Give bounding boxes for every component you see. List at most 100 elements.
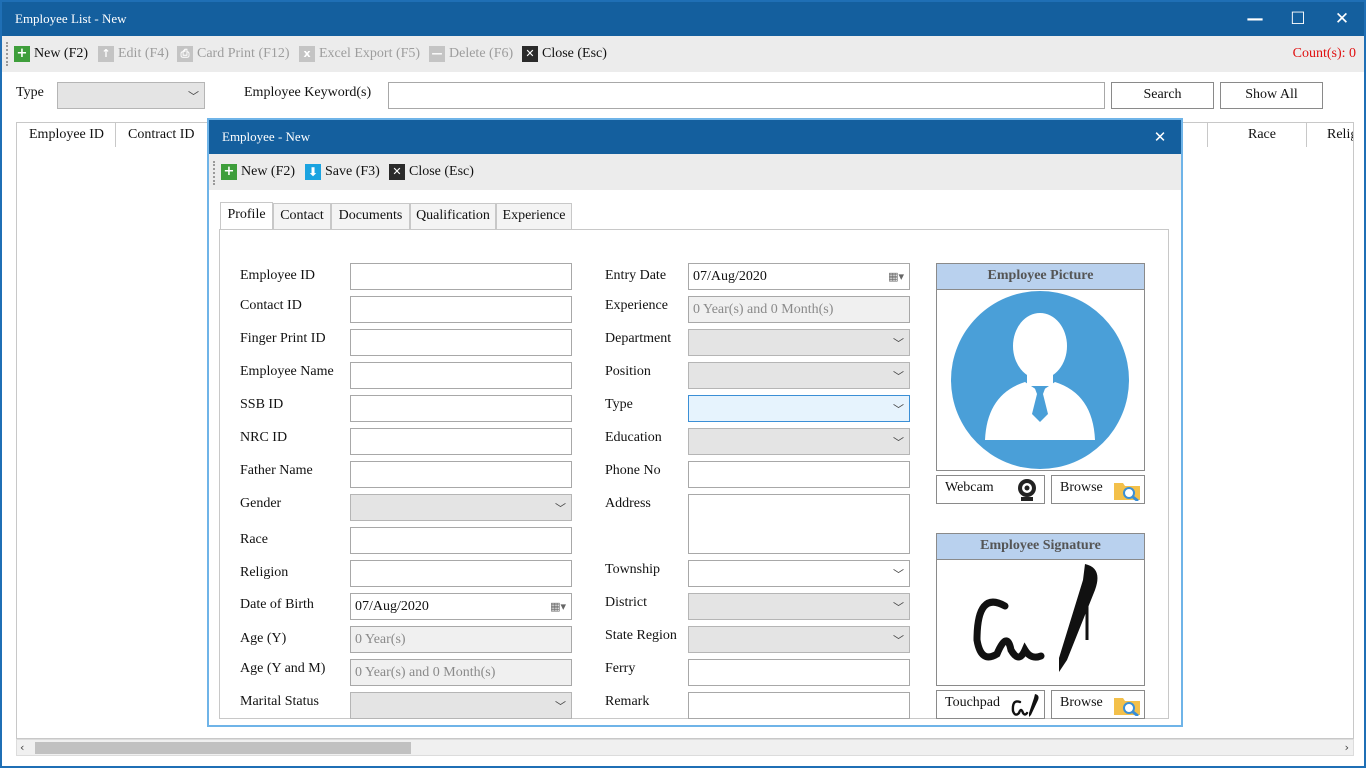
type-select[interactable]: ﹀ [688,395,910,422]
close-icon: ✕ [389,164,405,180]
signature-pen-icon [1011,694,1039,717]
state-region-select[interactable]: ﹀ [688,626,910,653]
card-print-button[interactable]: ⎙ Card Print (F12) [177,44,290,64]
finger-print-id-input[interactable] [350,329,572,356]
folder-search-icon [1114,698,1140,716]
chevron-down-icon: ﹀ [893,403,904,416]
date-of-birth-picker[interactable]: 07/Aug/2020 ▦▾ [350,593,572,620]
excel-export-button[interactable]: x Excel Export (F5) [299,44,420,64]
chevron-down-icon: ﹀ [893,436,904,449]
age-y-field: 0 Year(s) [350,626,572,653]
touchpad-button[interactable]: Touchpad [936,690,1045,719]
contact-id-input[interactable] [350,296,572,323]
ssb-id-label: SSB ID [240,397,284,412]
column-race[interactable]: Race [1207,123,1307,147]
edit-label: Edit (F4) [118,46,169,61]
ssb-id-input[interactable] [350,395,572,422]
tab-qualification[interactable]: Qualification [410,203,496,229]
column-contract-id[interactable]: Contract ID [116,123,210,147]
close-button[interactable]: ✕ Close (Esc) [522,44,607,64]
horizontal-scrollbar[interactable]: ‹ › [16,739,1354,756]
employee-id-label: Employee ID [240,268,316,283]
tab-experience[interactable]: Experience [496,203,572,229]
nrc-id-input[interactable] [350,428,572,455]
new-button[interactable]: + New (F2) [14,44,88,64]
nrc-id-label: NRC ID [240,430,288,445]
age-ym-label: Age (Y and M) [240,661,326,676]
address-textarea[interactable] [688,494,910,554]
race-label: Race [240,532,268,547]
chevron-down-icon: ﹀ [893,337,904,350]
edit-icon: ↑ [98,46,114,62]
column-employee-id[interactable]: Employee ID [17,123,116,147]
webcam-button[interactable]: Webcam [936,475,1045,504]
window-title: Employee List - New [15,11,127,26]
show-all-button[interactable]: Show All [1220,82,1323,109]
tab-profile[interactable]: Profile [220,202,273,230]
scrollbar-thumb[interactable] [35,742,411,754]
employee-name-input[interactable] [350,362,572,389]
entry-date-picker[interactable]: 07/Aug/2020 ▦▾ [688,263,910,290]
employee-picture-title: Employee Picture [937,264,1144,290]
scroll-left-icon[interactable]: ‹ [20,740,24,755]
employee-signature-title: Employee Signature [937,534,1144,560]
folder-search-icon [1114,483,1140,501]
delete-button[interactable]: — Delete (F6) [429,44,513,64]
remark-input[interactable] [688,692,910,719]
delete-label: Delete (F6) [449,46,514,61]
save-label: Save (F3) [325,164,380,179]
position-select[interactable]: ﹀ [688,362,910,389]
user-avatar-icon [951,291,1129,469]
religion-input[interactable] [350,560,572,587]
employee-id-input[interactable] [350,263,572,290]
district-select[interactable]: ﹀ [688,593,910,620]
employee-signature-box[interactable]: Employee Signature [936,533,1145,686]
keyword-input[interactable] [388,82,1105,109]
education-select[interactable]: ﹀ [688,428,910,455]
father-name-input[interactable] [350,461,572,488]
ferry-input[interactable] [688,659,910,686]
phone-no-label: Phone No [605,463,661,478]
maximize-button[interactable]: ☐ [1285,6,1311,32]
excel-icon: x [299,46,315,62]
contact-id-label: Contact ID [240,298,302,313]
search-button[interactable]: Search [1111,82,1214,109]
touchpad-label: Touchpad [945,695,1001,710]
dialog-close-button[interactable]: ✕ Close (Esc) [389,162,474,182]
save-button[interactable]: ⬇ Save (F3) [305,162,380,182]
entry-date-value: 07/Aug/2020 [693,269,767,284]
race-input[interactable] [350,527,572,554]
employee-dialog: Employee - New ✕ + New (F2) ⬇ Save (F3) … [207,118,1183,727]
age-ym-field: 0 Year(s) and 0 Month(s) [350,659,572,686]
gender-select[interactable]: ﹀ [350,494,572,521]
department-label: Department [605,331,672,346]
department-select[interactable]: ﹀ [688,329,910,356]
minimize-button[interactable]: — [1242,6,1268,32]
close-window-button[interactable]: ✕ [1329,6,1355,32]
age-y-label: Age (Y) [240,631,287,646]
signature-browse-button[interactable]: Browse [1051,690,1145,719]
tab-documents[interactable]: Documents [331,203,410,229]
calendar-icon[interactable]: ▦▾ [888,264,904,289]
experience-label: Experience [605,298,668,313]
marital-status-select[interactable]: ﹀ [350,692,572,719]
picture-browse-button[interactable]: Browse [1051,475,1145,504]
edit-button[interactable]: ↑ Edit (F4) [98,44,169,64]
toolbar-grip [213,161,216,185]
township-select[interactable]: ﹀ [688,560,910,587]
experience-field: 0 Year(s) and 0 Month(s) [688,296,910,323]
type-filter-select[interactable]: ﹀ [57,82,205,109]
calendar-icon[interactable]: ▦▾ [550,594,566,619]
tab-contact[interactable]: Contact [273,203,331,229]
main-toolbar: + New (F2) ↑ Edit (F4) ⎙ Card Print (F12… [2,36,1364,72]
dialog-close-icon[interactable]: ✕ [1147,124,1173,150]
phone-no-input[interactable] [688,461,910,488]
plus-icon: + [221,164,237,180]
dialog-new-button[interactable]: + New (F2) [221,162,295,182]
chevron-down-icon: ﹀ [893,568,904,581]
education-label: Education [605,430,662,445]
position-label: Position [605,364,651,379]
scroll-right-icon[interactable]: › [1345,740,1349,755]
employee-picture-box[interactable]: Employee Picture [936,263,1145,471]
column-religion[interactable]: Relig [1307,123,1353,147]
